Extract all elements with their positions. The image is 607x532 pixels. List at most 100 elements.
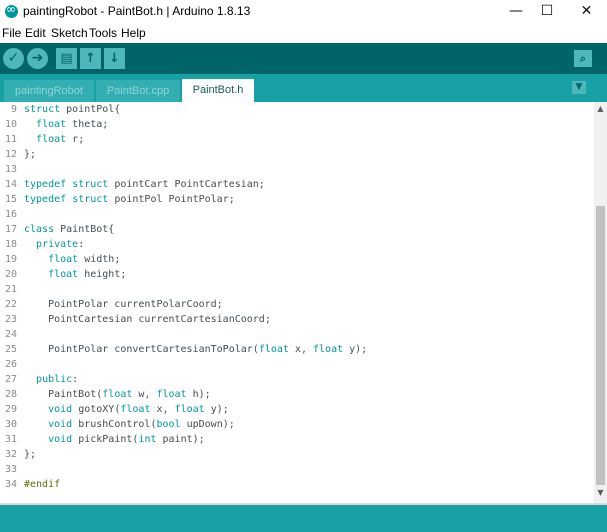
code-text: PointPolar convertCartesianToPolar(float… [24, 344, 368, 355]
menu-tools[interactable]: Tools [89, 26, 117, 40]
code-text: struct pointPol{ [24, 104, 121, 115]
code-line: 25 PointPolar convertCartesianToPolar(fl… [0, 342, 594, 357]
serial-monitor-icon[interactable]: ⌕ [574, 50, 592, 67]
code-text: #endif [24, 479, 61, 490]
code-text: float height; [48, 269, 127, 280]
tab-menu-icon[interactable]: ▼ [572, 81, 586, 94]
line-number: 26 [4, 359, 17, 370]
code-line: 32}; [0, 447, 594, 462]
open-icon[interactable]: ↑ [80, 48, 101, 69]
line-number: 22 [4, 299, 17, 310]
line-number: 16 [4, 209, 17, 220]
code-line: 13 [0, 162, 594, 177]
code-text: void gotoXY(float x, float y); [48, 404, 229, 415]
code-editor[interactable]: 9 struct pointPol{10 float theta; 11 float… [0, 102, 594, 503]
new-sketch-icon[interactable]: ▤ [56, 48, 77, 69]
code-line: 30 void brushControl(bool upDown); [0, 417, 594, 432]
code-line: 22 PointPolar currentPolarCoord; [0, 297, 594, 312]
code-text: void pickPaint(int paint); [48, 434, 205, 445]
line-number: 15 [4, 194, 17, 205]
menu-bar: File Edit Sketch Tools Help [0, 24, 607, 43]
code-text: float r; [36, 134, 85, 145]
line-number: 17 [4, 224, 17, 235]
code-line: 34 #endif [0, 477, 594, 492]
menu-file[interactable]: File [2, 26, 21, 40]
menu-sketch[interactable]: Sketch [51, 26, 88, 40]
scrollbar-thumb[interactable] [596, 206, 605, 485]
code-line: 31 void pickPaint(int paint); [0, 432, 594, 447]
code-line: 29 void gotoXY(float x, float y); [0, 402, 594, 417]
scroll-up-icon[interactable]: ▲ [594, 102, 607, 115]
code-text: PointCartesian currentCartesianCoord; [24, 314, 271, 325]
console-area [0, 505, 607, 532]
line-number: 31 [4, 434, 17, 445]
line-number: 14 [4, 179, 17, 190]
code-line: 9 struct pointPol{ [0, 102, 594, 117]
menu-edit[interactable]: Edit [25, 26, 46, 40]
line-number: 33 [4, 464, 17, 475]
line-number: 27 [4, 374, 17, 385]
code-line: 19 float width; [0, 252, 594, 267]
code-text: typedef struct pointPol PointPolar; [24, 194, 235, 205]
code-text: PaintBot(float w, float h); [24, 389, 211, 400]
arduino-logo-icon [5, 2, 18, 18]
code-text: float width; [48, 254, 121, 265]
line-number: 20 [4, 269, 17, 280]
save-icon[interactable]: ↓ [104, 48, 125, 69]
code-line: 23 PointCartesian currentCartesianCoord; [0, 312, 594, 327]
line-number: 10 [4, 119, 17, 130]
scroll-down-icon[interactable]: ▼ [594, 486, 607, 499]
code-line: 24 [0, 327, 594, 342]
code-text: float theta; [36, 119, 109, 130]
code-line: 10 float theta; [0, 117, 594, 132]
code-line: 18 private: [0, 237, 594, 252]
vertical-scrollbar[interactable]: ▲ ▼ [594, 102, 607, 503]
line-number: 30 [4, 419, 17, 430]
code-text: typedef struct pointCart PointCartesian; [24, 179, 265, 190]
code-line: 11 float r; [0, 132, 594, 147]
code-text: }; [24, 149, 37, 160]
code-line: 16 [0, 207, 594, 222]
code-text: }; [24, 449, 37, 460]
line-number: 24 [4, 329, 17, 340]
tab-paintingrobot[interactable]: paintingRobot [4, 80, 94, 102]
line-number: 11 [4, 134, 17, 145]
code-line: 14 typedef struct pointCart PointCartesia… [0, 177, 594, 192]
code-text: void brushControl(bool upDown); [48, 419, 235, 430]
code-line: 26 [0, 357, 594, 372]
code-line: 12}; [0, 147, 594, 162]
code-line: 28 PaintBot(float w, float h); [0, 387, 594, 402]
line-number: 34 [4, 479, 17, 490]
code-text: class PaintBot{ [24, 224, 115, 235]
line-number: 32 [4, 449, 17, 460]
line-number: 19 [4, 254, 17, 265]
line-number: 18 [4, 239, 17, 250]
title-bar: paintingRobot - PaintBot.h | Arduino 1.8… [0, 0, 607, 24]
line-number: 12 [4, 149, 17, 160]
menu-help[interactable]: Help [121, 26, 146, 40]
toolbar: ✓ ➔ ▤ ↑ ↓ ⌕ [0, 43, 607, 74]
maximize-button[interactable]: ☐ [524, 0, 570, 24]
code-line: 15 typedef struct pointPol PointPolar; [0, 192, 594, 207]
tab-bar: paintingRobot PaintBot.cpp PaintBot.h ▼ [0, 74, 607, 102]
line-number: 28 [4, 389, 17, 400]
code-line: 17 class PaintBot{ [0, 222, 594, 237]
tab-paintbot-h[interactable]: PaintBot.h [182, 79, 254, 102]
code-line: 20 float height; [0, 267, 594, 282]
tab-paintbot-cpp[interactable]: PaintBot.cpp [96, 80, 180, 102]
code-line: 33 [0, 462, 594, 477]
line-number: 13 [4, 164, 17, 175]
verify-icon[interactable]: ✓ [3, 48, 24, 69]
code-line: 27 public: [0, 372, 594, 387]
window-title: paintingRobot - PaintBot.h | Arduino 1.8… [23, 4, 251, 18]
close-button[interactable]: ✕ [566, 0, 607, 24]
line-number: 9 [10, 104, 17, 115]
code-text: PointPolar currentPolarCoord; [24, 299, 223, 310]
upload-icon[interactable]: ➔ [27, 48, 48, 69]
line-number: 21 [4, 284, 17, 295]
code-text: public: [36, 374, 79, 385]
code-line: 21 [0, 282, 594, 297]
code-text: private: [36, 239, 85, 250]
line-number: 29 [4, 404, 17, 415]
line-number: 25 [4, 344, 17, 355]
